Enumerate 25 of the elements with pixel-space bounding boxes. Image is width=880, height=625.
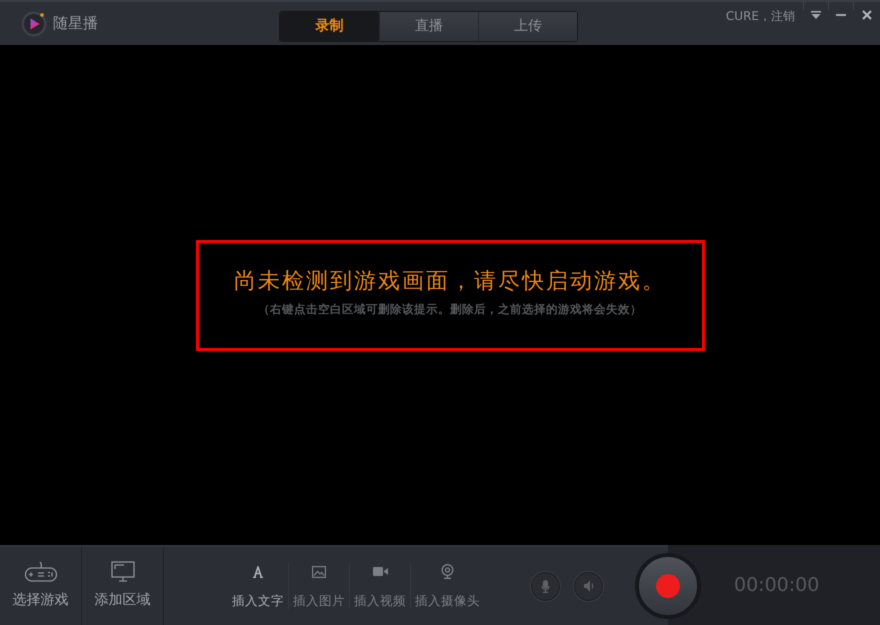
tab[interactable]: 录制: [280, 12, 379, 41]
speaker-button[interactable]: [574, 572, 603, 600]
microphone-button[interactable]: [531, 572, 560, 600]
close-icon: [862, 10, 872, 20]
source-button[interactable]: 选择游戏: [0, 547, 82, 625]
app-logo-icon: [21, 10, 47, 36]
tab[interactable]: 上传: [478, 12, 577, 41]
minimize-icon: [836, 14, 846, 16]
tab[interactable]: 直播: [379, 12, 478, 41]
gamepad-icon: [24, 561, 58, 583]
speaker-icon: [584, 580, 594, 592]
microphone-icon: [541, 580, 550, 592]
dropdown-arrow-icon: [811, 11, 821, 19]
text-icon: [252, 566, 264, 578]
image-icon: [312, 566, 326, 578]
notice-hint: （右键点击空白区域可删除该提示。删除后，之前选择的游戏将会失效）: [258, 301, 642, 318]
monitor-icon: [110, 561, 134, 583]
app-title: 随星播: [53, 13, 98, 34]
source-button[interactable]: 添加区域: [82, 547, 164, 625]
account-link[interactable]: CURE，注销: [726, 6, 795, 24]
webcam-icon: [441, 564, 454, 579]
video-camera-icon: [372, 567, 388, 576]
record-icon: [656, 574, 680, 598]
insert-button[interactable]: 插入文字: [228, 560, 288, 612]
notice-message: 尚未检测到游戏画面，请尽快启动游戏。: [234, 268, 666, 296]
